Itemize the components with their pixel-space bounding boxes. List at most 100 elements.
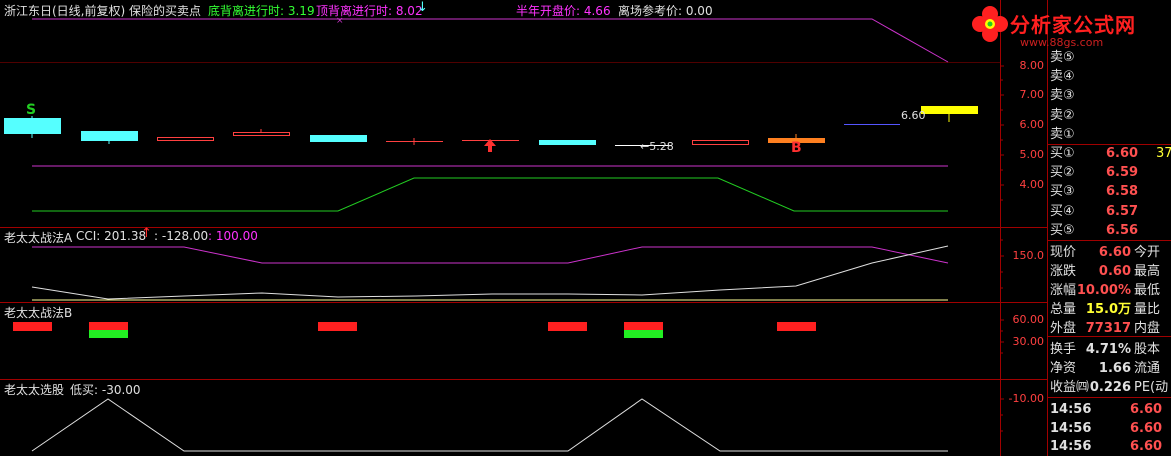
candle — [157, 137, 214, 141]
order-book-row[interactable]: 买③ 6.58 — [1048, 182, 1171, 201]
order-label: 卖③ — [1050, 88, 1075, 104]
order-price: 6.60 — [1106, 146, 1139, 161]
price-axis[interactable]: 8.00 7.00 6.00 5.00 4.00 150.0 60.00 30.… — [1000, 0, 1048, 456]
quote-stat-row: 涨跌 0.60 最高 — [1048, 262, 1171, 281]
order-label: 买③ — [1050, 184, 1075, 200]
quote-stat-row: 现价 6.60 今开 — [1048, 243, 1171, 262]
stat-label-2: 股本 — [1134, 342, 1161, 357]
candle — [692, 140, 749, 145]
site-logo: 分析家公式网 www.88gs.com — [970, 2, 1171, 54]
stat-value: 10.00% — [1076, 283, 1131, 298]
pane-a-title: 老太太战法A — [4, 231, 73, 245]
axis-label: 60.00 — [1012, 313, 1045, 326]
quote-panel[interactable]: 卖⑤ 卖④ 卖③ 卖② 卖① 买① 6.60 37 买② 6.59 买③ 6.58 买④ 6.57 买⑤ 6.… — [1048, 0, 1171, 456]
stat-value: 15.0万 — [1085, 302, 1131, 317]
stat-label-2: 最高 — [1134, 264, 1161, 279]
logo-url: www.88gs.com — [1020, 36, 1104, 49]
stat-label: 涨跌 — [1050, 264, 1077, 279]
candle — [921, 106, 978, 114]
stat-label: 换手 — [1050, 342, 1077, 357]
stat-label-2: 内盘 — [1134, 321, 1161, 336]
order-price: 6.59 — [1106, 165, 1139, 181]
candle — [539, 140, 596, 145]
candles — [4, 106, 978, 146]
stat-label-2: 最低 — [1134, 283, 1161, 298]
order-book-row[interactable]: 买② 6.59 — [1048, 163, 1171, 182]
stat-label: 总量 — [1050, 302, 1077, 317]
stat-label: 现价 — [1050, 245, 1077, 260]
cci-label: CCI: 201.38 — [76, 229, 147, 243]
cci-line — [31, 245, 949, 300]
order-book-row[interactable]: 卖② — [1048, 106, 1171, 125]
logo-text: 分析家公式网 — [1010, 13, 1136, 37]
stat-value: 0.226 — [1089, 380, 1131, 395]
flower-icon — [972, 6, 1008, 42]
tick-price: 6.60 — [1130, 402, 1163, 417]
order-book-row[interactable]: 买⑤ 6.56 — [1048, 221, 1171, 240]
signal-bars — [13, 322, 816, 338]
low-buy-label: 低买: -30.00 — [70, 383, 141, 397]
stat-value: 77317 — [1085, 321, 1131, 336]
cci-upper-line — [32, 246, 949, 264]
quote-stat-row: 换手 4.71% 股本 — [1048, 340, 1171, 359]
order-book-row[interactable]: 卖④ — [1048, 67, 1171, 86]
order-book-row[interactable]: 买④ 6.57 — [1048, 202, 1171, 221]
pane-b-title: 老太太战法B — [4, 306, 73, 320]
sell-marker: S — [26, 102, 36, 118]
current-price-label: 6.60 — [901, 109, 926, 122]
order-label: 卖④ — [1050, 69, 1075, 85]
order-book-row[interactable]: 卖③ — [1048, 86, 1171, 105]
signal-bar — [89, 330, 128, 338]
axis-label: 5.00 — [1019, 148, 1045, 161]
signal-bar — [318, 322, 357, 331]
stat-label: 外盘 — [1050, 321, 1077, 336]
top-divergence-label: 顶背离进行时: 8.02 — [316, 4, 423, 18]
axis-label: -10.00 — [1008, 392, 1044, 405]
down-arrow-icon: ↓ — [417, 0, 428, 15]
order-book-row[interactable]: 卖① — [1048, 125, 1171, 144]
stat-label: 涨幅 — [1050, 283, 1077, 298]
quote-stat-row: 净资 1.66 流通 — [1048, 359, 1171, 378]
axis-label: 7.00 — [1019, 88, 1045, 101]
quote-stat-row: 收益㈣ 0.226 PE(动 — [1048, 378, 1171, 397]
stat-label-2: 今开 — [1134, 245, 1161, 260]
signal-bar — [624, 330, 663, 338]
candle — [81, 131, 138, 141]
tick-row: 14:56 6.60 — [1048, 419, 1171, 438]
tick-row: 14:56 6.60 — [1048, 400, 1171, 419]
order-label: 卖① — [1050, 126, 1075, 142]
order-label: 买② — [1050, 165, 1075, 181]
cci-value-1: : -128.00 — [154, 229, 209, 243]
top-divergence-line — [32, 18, 949, 63]
bottom-divergence-line — [32, 177, 948, 212]
chart-area[interactable]: × S B ←5.28 6.60 浙江东日(日线,前复权) 保险的买卖点 底背离… — [0, 0, 1000, 456]
candle — [310, 135, 367, 142]
stat-label-2: 量比 — [1134, 302, 1161, 317]
tick-time: 14:56 — [1050, 439, 1092, 454]
tick-price: 6.60 — [1130, 420, 1163, 436]
cci-value-2: : 100.00 — [208, 229, 258, 243]
low-price-label: ←5.28 — [640, 140, 674, 153]
main-pane-header: 浙江东日(日线,前复权) 保险的买卖点 — [4, 2, 201, 19]
pane-c-title: 老太太选股 — [4, 383, 65, 397]
stock-pick-line — [31, 398, 948, 452]
tick-time: 14:56 — [1050, 420, 1092, 436]
order-price: 6.57 — [1106, 203, 1139, 219]
order-label: 卖② — [1050, 107, 1075, 123]
quote-stat-row: 总量 15.0万 量比 — [1048, 300, 1171, 319]
stat-label: 净资 — [1050, 361, 1077, 376]
order-price: 6.58 — [1106, 184, 1139, 200]
stat-label: 收益㈣ — [1050, 380, 1090, 395]
order-volume: 37 — [1156, 146, 1171, 161]
axis-label: 8.00 — [1019, 59, 1045, 72]
order-book-row[interactable]: 买① 6.60 37 — [1048, 144, 1171, 163]
stat-value: 6.60 — [1098, 245, 1131, 260]
exit-reference-label: 离场参考价: 0.00 — [618, 4, 713, 18]
bottom-divergence-label: 底背离进行时: 3.19 — [208, 4, 315, 18]
quote-stat-row: 涨幅 10.00% 最低 — [1048, 281, 1171, 300]
main-pane-title: 浙江东日(日线,前复权) 保险的买卖点 — [4, 4, 201, 18]
stat-value: 0.60 — [1098, 264, 1131, 279]
quote-stat-row: 外盘 77317 内盘 — [1048, 319, 1171, 338]
order-price: 6.56 — [1106, 222, 1139, 238]
tick-time: 14:56 — [1050, 402, 1092, 417]
